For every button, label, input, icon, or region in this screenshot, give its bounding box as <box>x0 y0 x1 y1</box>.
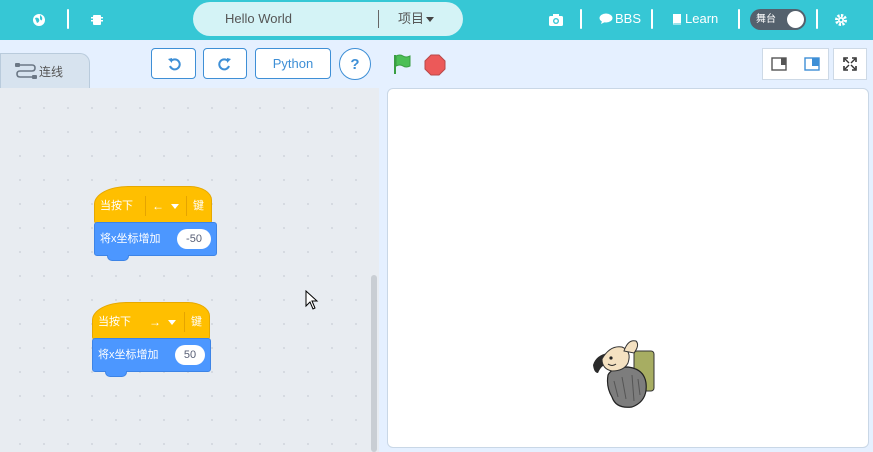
redo-icon <box>218 57 231 70</box>
globe-icon[interactable] <box>29 10 49 30</box>
normal-stage-button[interactable] <box>795 48 829 80</box>
help-button[interactable]: ? <box>339 48 371 80</box>
small-stage-icon <box>771 57 787 71</box>
separator <box>145 196 146 216</box>
stage-toggle[interactable]: 舞台 <box>750 9 806 30</box>
dropdown-caret-icon <box>171 204 179 209</box>
block-notch <box>105 371 127 377</box>
python-button[interactable]: Python <box>255 48 331 79</box>
undo-button[interactable] <box>151 48 196 79</box>
separator <box>816 9 818 29</box>
tab-wiring[interactable]: 连线 <box>0 53 90 89</box>
wiring-icon <box>14 61 38 88</box>
project-name-input[interactable]: Hello World <box>225 2 292 36</box>
change-x-block[interactable]: 将x坐标增加 -50 <box>94 222 217 256</box>
redo-button[interactable] <box>203 48 247 79</box>
value-input[interactable]: 50 <box>175 345 205 365</box>
tab-label: 连线 <box>39 65 64 79</box>
camera-icon[interactable] <box>546 10 566 30</box>
chevron-down-icon <box>426 17 435 23</box>
chat-icon <box>599 13 613 24</box>
learn-link[interactable]: Learn <box>671 9 718 29</box>
hat-label: 当按下 <box>98 316 131 328</box>
separator <box>580 9 582 29</box>
bbs-label: BBS <box>615 11 642 26</box>
stop-icon[interactable] <box>424 54 446 81</box>
hat-label: 当按下 <box>100 200 133 212</box>
help-label: ? <box>350 55 360 73</box>
separator <box>651 9 653 29</box>
block-label: 将x坐标增加 <box>100 233 161 245</box>
book-icon <box>673 14 681 25</box>
when-key-pressed-block[interactable]: 当按下 → 键 <box>92 302 210 340</box>
green-flag-icon[interactable] <box>391 53 413 80</box>
separator <box>184 312 185 332</box>
undo-icon <box>167 57 181 70</box>
separator <box>186 196 187 216</box>
separator <box>67 9 69 29</box>
small-stage-button[interactable] <box>762 48 796 80</box>
when-key-pressed-block[interactable]: 当按下 ← 键 <box>94 186 212 224</box>
normal-stage-icon <box>803 57 820 71</box>
project-menu-label: 项目 <box>398 11 425 26</box>
key-dropdown-value[interactable]: → <box>149 303 161 341</box>
block-notch <box>107 255 129 261</box>
stage-toggle-label: 舞台 <box>756 14 776 25</box>
change-x-block[interactable]: 将x坐标增加 50 <box>92 338 211 372</box>
fullscreen-icon <box>843 57 857 71</box>
top-bar: Hello World 项目 BBS Learn 舞台 <box>0 0 873 40</box>
gear-icon[interactable] <box>831 10 851 30</box>
separator <box>738 9 740 29</box>
bbs-link[interactable]: BBS <box>599 9 641 29</box>
key-dropdown-value[interactable]: ← <box>152 187 164 225</box>
hat-suffix-label: 键 <box>191 316 202 328</box>
value-input[interactable]: -50 <box>177 229 211 249</box>
dropdown-caret-icon <box>168 320 176 325</box>
learn-label: Learn <box>685 11 719 26</box>
python-label: Python <box>272 56 314 71</box>
block-label: 将x坐标增加 <box>98 349 159 361</box>
hat-suffix-label: 键 <box>193 200 204 212</box>
fullscreen-button[interactable] <box>833 48 867 80</box>
workspace-scrollbar[interactable] <box>371 275 377 452</box>
mouse-cursor-icon <box>305 289 319 315</box>
code-workspace[interactable] <box>0 88 379 452</box>
separator <box>378 10 379 28</box>
character-sprite[interactable] <box>588 337 658 414</box>
project-menu[interactable]: 项目 <box>398 2 435 36</box>
project-box: Hello World 项目 <box>193 2 463 36</box>
chip-icon[interactable] <box>87 10 107 30</box>
toggle-knob <box>787 11 804 28</box>
